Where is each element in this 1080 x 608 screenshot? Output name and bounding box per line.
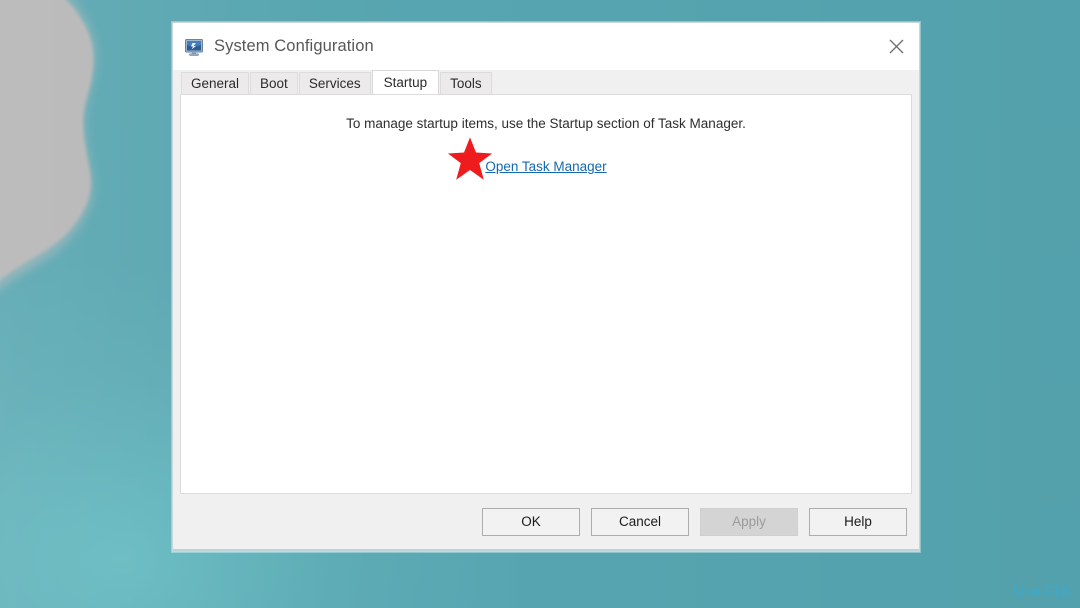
tab-strip: General Boot Services Startup Tools [173, 70, 919, 94]
close-icon [889, 39, 903, 54]
tab-label: General [191, 76, 240, 91]
startup-tab-panel: To manage startup items, use the Startup… [180, 94, 912, 494]
cancel-button[interactable]: Cancel [591, 507, 689, 536]
tab-boot[interactable]: Boot [250, 72, 298, 94]
tab-tools[interactable]: Tools [440, 72, 492, 94]
watermark-part-u: U [1013, 582, 1027, 601]
system-configuration-dialog: System Configuration General Boot Servic… [172, 22, 920, 552]
tab-label: Services [308, 76, 361, 91]
tab-startup[interactable]: Startup [371, 70, 440, 94]
dialog-title: System Configuration [214, 37, 374, 55]
close-button[interactable] [873, 23, 919, 70]
ugetfix-logo-icon [1028, 588, 1043, 596]
watermark-part-fix: FIX [1044, 582, 1072, 601]
open-task-manager-link[interactable]: Open Task Manager [485, 159, 606, 174]
open-task-manager-row: Open Task Manager [181, 159, 911, 174]
tab-label: Tools [450, 76, 482, 91]
ugetfix-watermark: U GET FIX [1013, 582, 1072, 602]
monitor-icon [185, 38, 203, 56]
dialog-titlebar: System Configuration [173, 23, 919, 70]
apply-button: Apply [700, 507, 798, 536]
startup-info-text: To manage startup items, use the Startup… [346, 116, 746, 131]
dialog-button-bar: OK Cancel Apply Help [173, 494, 919, 551]
tab-label: Startup [383, 75, 428, 90]
tab-label: Boot [260, 76, 288, 91]
help-button[interactable]: Help [809, 507, 907, 536]
tab-general[interactable]: General [181, 72, 250, 94]
tab-services[interactable]: Services [298, 72, 371, 94]
ok-button[interactable]: OK [482, 507, 580, 536]
landmass-shape [0, 0, 94, 280]
